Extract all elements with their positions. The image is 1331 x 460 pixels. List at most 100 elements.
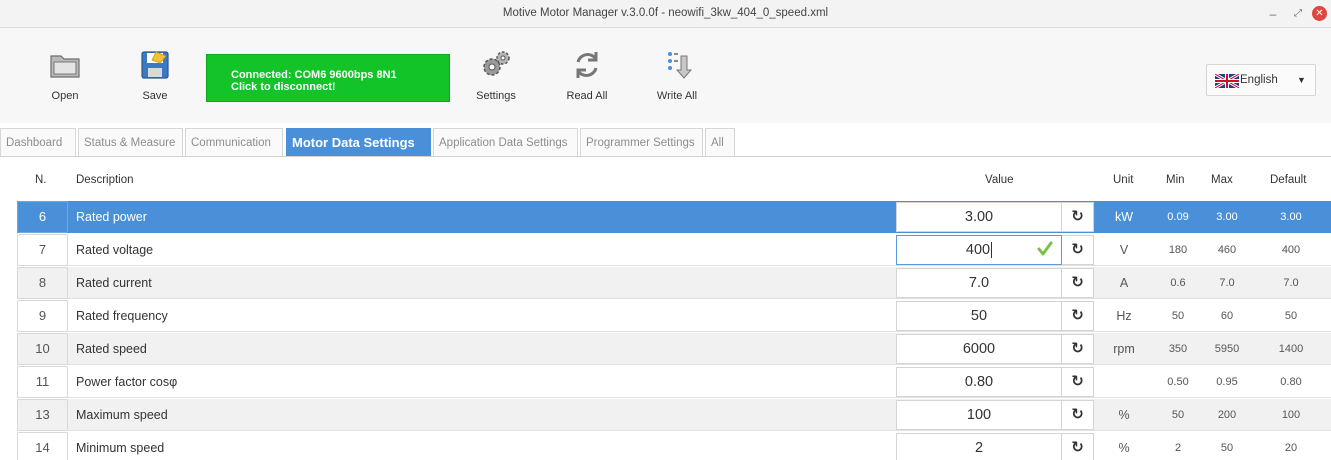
param-min: 50 — [1171, 409, 1185, 421]
table-row[interactable]: 11 Power factor cosφ 0.80 ↻ 0.50 0.95 0.… — [17, 366, 1331, 398]
param-description: Rated current — [76, 276, 152, 290]
param-value-input[interactable]: 6000 — [896, 334, 1062, 364]
param-description: Minimum speed — [76, 441, 165, 455]
language-select[interactable]: English ▼ — [1206, 64, 1316, 96]
disconnect-hint: Click to disconnect! — [231, 81, 336, 93]
tab-dashboard[interactable]: Dashboard — [0, 128, 76, 156]
close-button[interactable]: ✕ — [1312, 6, 1327, 21]
settings-button[interactable]: Settings — [461, 48, 531, 118]
param-default: 100 — [1281, 409, 1301, 421]
param-max: 60 — [1220, 310, 1234, 322]
list-down-arrow-icon — [668, 52, 693, 79]
table-row[interactable]: 9 Rated frequency 50 ↻ Hz 50 60 50 — [17, 300, 1331, 332]
language-label: English — [1240, 74, 1278, 86]
chevron-down-icon: ▼ — [1297, 75, 1306, 85]
open-button[interactable]: Open — [30, 48, 100, 118]
connection-status-button[interactable]: Connected: COM6 9600bps 8N1 Click to dis… — [206, 54, 450, 102]
reset-icon[interactable]: ↻ — [1062, 268, 1094, 298]
param-value-input[interactable]: 100 — [896, 400, 1062, 430]
param-min: 0.09 — [1167, 211, 1189, 223]
uk-flag-icon — [1215, 74, 1239, 88]
param-min: 0.50 — [1167, 376, 1189, 388]
param-unit: kW — [1114, 210, 1134, 224]
minimize-button[interactable]: – — [1265, 6, 1281, 22]
settings-label: Settings — [476, 90, 516, 102]
param-value-input[interactable]: 0.80 — [896, 367, 1062, 397]
column-header-max: Max — [1211, 174, 1233, 186]
param-value-input[interactable]: 3.00 — [896, 202, 1062, 232]
column-header-unit: Unit — [1113, 174, 1134, 186]
table-row[interactable]: 14 Minimum speed 2 ↻ % 2 50 20 — [17, 432, 1331, 460]
checkmark-icon — [1037, 241, 1053, 256]
param-value-input[interactable]: 2 — [896, 433, 1062, 460]
param-min: 2 — [1174, 442, 1182, 454]
param-unit: V — [1119, 243, 1129, 257]
reset-icon[interactable]: ↻ — [1062, 235, 1094, 265]
text-cursor — [991, 242, 993, 259]
folder-icon — [50, 55, 80, 78]
gears-icon — [483, 51, 510, 76]
read-all-button[interactable]: Read All — [552, 48, 622, 118]
tab-communication[interactable]: Communication — [185, 128, 283, 156]
tab-bar: Dashboard Status & Measure Communication… — [0, 124, 1331, 157]
column-header-min: Min — [1166, 174, 1185, 186]
reset-icon[interactable]: ↻ — [1062, 334, 1094, 364]
table-row[interactable]: 13 Maximum speed 100 ↻ % 50 200 100 — [17, 399, 1331, 431]
param-description: Power factor cosφ — [76, 375, 178, 389]
param-default: 7.0 — [1283, 277, 1299, 289]
read-all-label: Read All — [566, 90, 608, 102]
param-number: 9 — [17, 300, 68, 332]
table-row[interactable]: 7 Rated voltage 400 ↻ V 180 460 400 — [17, 234, 1331, 266]
reset-icon[interactable]: ↻ — [1062, 367, 1094, 397]
reset-icon[interactable]: ↻ — [1062, 202, 1094, 232]
param-default: 50 — [1284, 310, 1298, 322]
table-row[interactable]: 6 Rated power 3.00 ↻ kW 0.09 3.00 3.00 — [17, 201, 1331, 233]
param-value-text: 400 — [965, 242, 991, 258]
param-max: 460 — [1217, 244, 1237, 256]
param-number: 6 — [17, 201, 68, 233]
param-description: Rated voltage — [76, 243, 154, 257]
param-value-input[interactable]: 7.0 — [896, 268, 1062, 298]
reset-icon[interactable]: ↻ — [1062, 400, 1094, 430]
param-default: 20 — [1284, 442, 1298, 454]
param-number: 7 — [17, 234, 68, 266]
param-description: Rated speed — [76, 342, 147, 356]
param-description: Rated frequency — [76, 309, 168, 323]
reset-icon[interactable]: ↻ — [1062, 301, 1094, 331]
param-number: 11 — [17, 366, 68, 398]
tab-programmer-settings[interactable]: Programmer Settings — [580, 128, 703, 156]
reset-icon[interactable]: ↻ — [1062, 433, 1094, 460]
param-unit: rpm — [1113, 342, 1135, 356]
param-max: 0.95 — [1216, 376, 1238, 388]
param-max: 50 — [1220, 442, 1234, 454]
param-unit: % — [1118, 441, 1130, 455]
tab-all[interactable]: All — [705, 128, 735, 156]
param-value-input[interactable]: 50 — [896, 301, 1062, 331]
param-default: 0.80 — [1280, 376, 1302, 388]
param-unit: Hz — [1116, 309, 1132, 323]
column-header-value: Value — [985, 174, 1014, 186]
title-bar: Motive Motor Manager v.3.0.0f - neowifi_… — [0, 0, 1331, 28]
toolbar: Open Save Connected: COM6 9600bps 8N1 Cl… — [0, 28, 1331, 123]
maximize-button[interactable]: ⤢ — [1290, 6, 1306, 22]
tab-status-measure[interactable]: Status & Measure — [78, 128, 183, 156]
param-number: 10 — [17, 333, 68, 365]
param-default: 1400 — [1278, 343, 1304, 355]
param-max: 7.0 — [1219, 277, 1235, 289]
param-value-input[interactable]: 400 — [896, 235, 1062, 265]
param-number: 14 — [17, 432, 68, 460]
table-row[interactable]: 8 Rated current 7.0 ↻ A 0.6 7.0 7.0 — [17, 267, 1331, 299]
param-min: 350 — [1168, 343, 1188, 355]
write-all-button[interactable]: Write All — [642, 48, 712, 118]
table-row[interactable]: 10 Rated speed 6000 ↻ rpm 350 5950 1400 — [17, 333, 1331, 365]
param-unit: A — [1119, 276, 1129, 290]
param-max: 3.00 — [1216, 211, 1238, 223]
open-label: Open — [51, 90, 79, 102]
param-min: 50 — [1171, 310, 1185, 322]
refresh-icon — [576, 52, 598, 78]
tab-motor-data-settings[interactable]: Motor Data Settings — [286, 128, 431, 156]
tab-application-data-settings[interactable]: Application Data Settings — [433, 128, 578, 156]
param-unit: % — [1118, 408, 1130, 422]
save-button[interactable]: Save — [120, 48, 190, 118]
param-max: 200 — [1217, 409, 1237, 421]
